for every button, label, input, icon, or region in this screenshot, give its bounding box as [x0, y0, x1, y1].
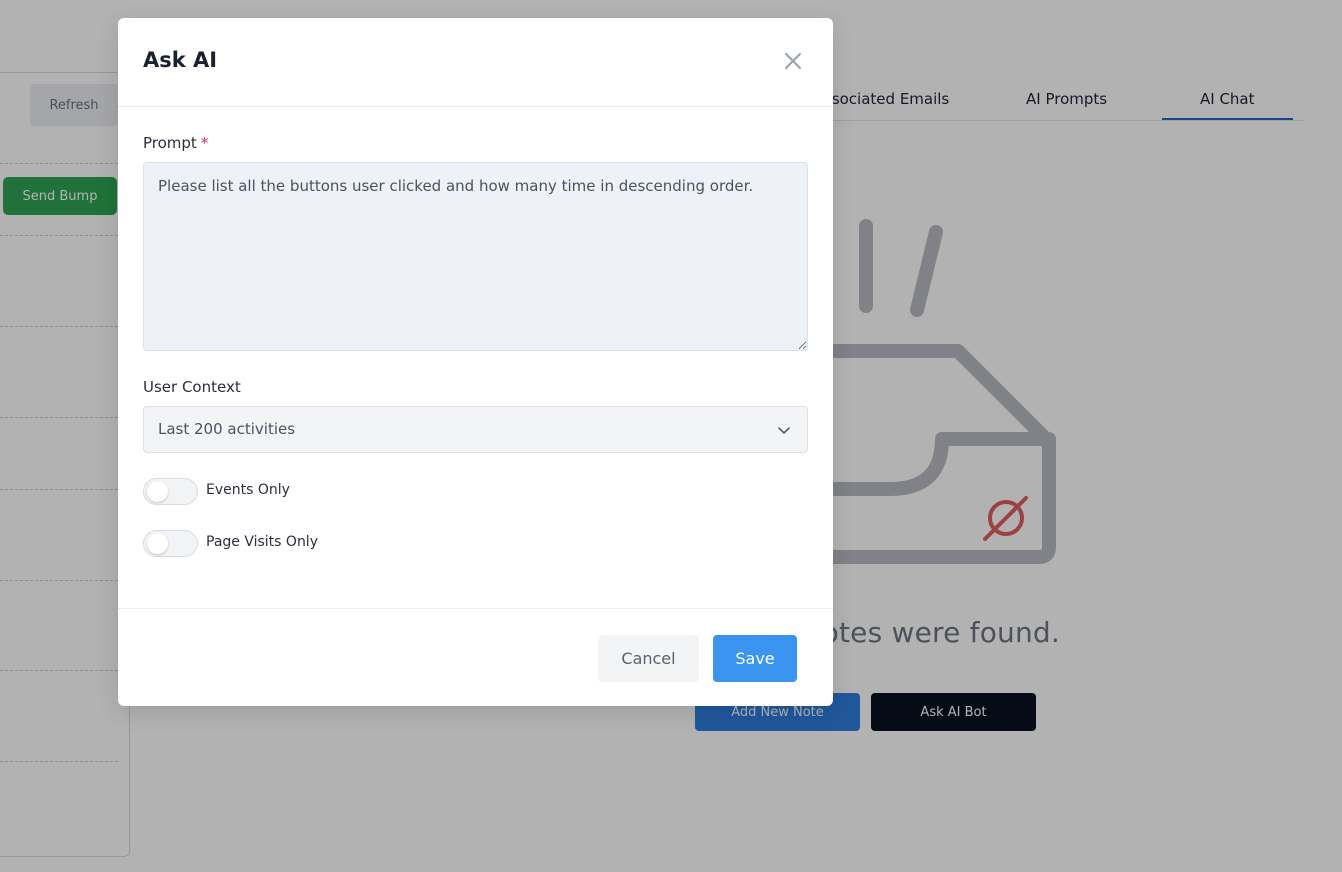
modal-header: Ask AI	[118, 18, 833, 107]
close-button[interactable]	[783, 51, 803, 71]
prompt-label: Prompt *	[143, 134, 208, 152]
user-context-select[interactable]: Last 200 activities	[143, 406, 808, 453]
prompt-textarea[interactable]: Please list all the buttons user clicked…	[143, 162, 808, 351]
toggle-knob	[147, 533, 168, 554]
chevron-down-icon	[778, 427, 790, 434]
modal-title: Ask AI	[143, 48, 218, 72]
required-marker: *	[200, 134, 209, 152]
user-context-value: Last 200 activities	[158, 420, 296, 438]
prompt-label-text: Prompt	[143, 134, 197, 152]
events-only-toggle[interactable]	[143, 478, 198, 505]
user-context-label: User Context	[143, 378, 241, 396]
save-button[interactable]: Save	[713, 635, 797, 682]
page-visits-only-toggle[interactable]	[143, 530, 198, 557]
page-visits-only-label: Page Visits Only	[206, 534, 318, 550]
toggle-knob	[147, 481, 168, 502]
close-icon	[785, 53, 801, 69]
cancel-button[interactable]: Cancel	[598, 635, 699, 682]
events-only-label: Events Only	[206, 482, 290, 498]
modal-footer: Cancel Save	[118, 608, 833, 707]
ask-ai-modal: Ask AI Prompt * Please list all the butto…	[118, 18, 833, 706]
